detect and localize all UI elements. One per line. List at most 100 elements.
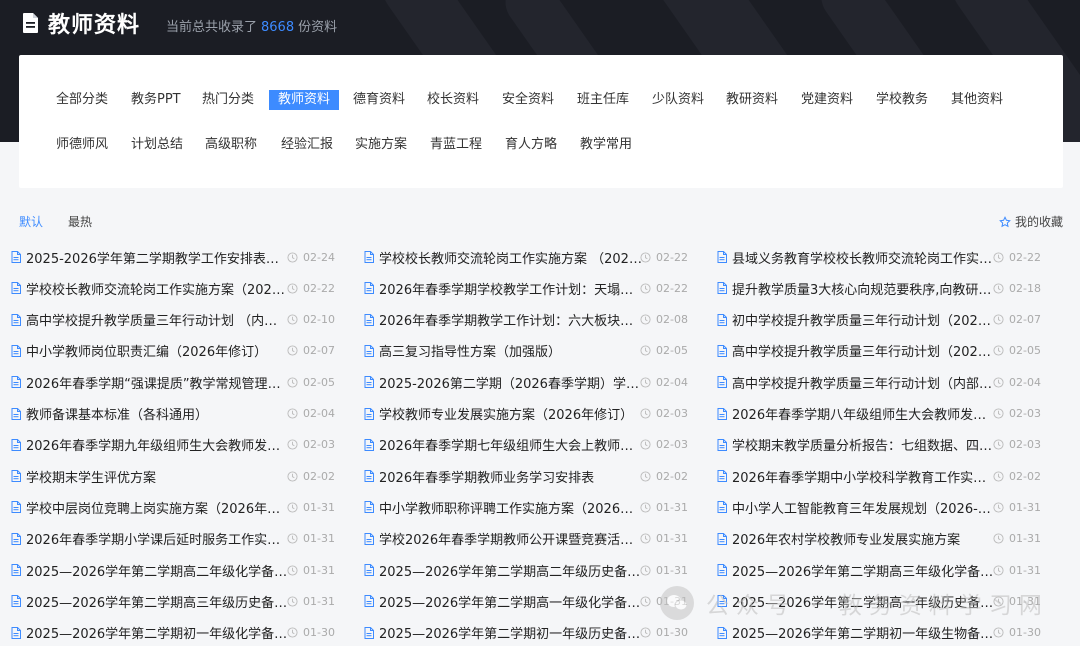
list-item[interactable]: 2025—2026学年第二学期高二年级历史备课… [364,561,643,580]
category-tab[interactable]: 教务PPT [122,90,190,110]
item-title[interactable]: 学校校长教师交流轮岗工作实施方案（2026年… [26,279,290,298]
list-item[interactable]: 高中学校提升教学质量三年行动计划 （内部使… [11,311,290,329]
list-item[interactable]: 2025—2026学年第二学期初一年级历史备课… [364,624,643,642]
category-tab[interactable]: 计划总结 [122,135,192,155]
item-title[interactable]: 2026年春季学期学校教学工作计划：天塌了！5… [379,279,643,298]
item-title[interactable]: 2026年春季学期“强课提质”教学常规管理实… [26,373,290,392]
item-title[interactable]: 学校2026年春季学期教师公开课暨竞赛活动方… [379,529,643,548]
list-item[interactable]: 学校2026年春季学期教师公开课暨竞赛活动方… [364,530,643,548]
list-item[interactable]: 2025—2026学年第二学期高一年级化学备课… [364,592,643,611]
item-title[interactable]: 中小学教师岗位职责汇编（2026年修订） [26,341,267,360]
list-item[interactable]: 2025-2026学年第二学期教学工作安排表：龙… [11,248,290,267]
item-title[interactable]: 2026年春季学期九年级组师生大会教师发言：… [26,435,290,454]
item-title[interactable]: 2026年春季学期教学工作计划：六大板块+落… [379,310,643,329]
item-title[interactable]: 2025—2026学年第二学期高二年级历史备课… [379,561,643,580]
category-tab[interactable]: 教师资料 [269,90,340,110]
list-item[interactable]: 学校期末教学质量分析报告：七组数据、四个… [717,436,996,454]
category-tab[interactable]: 师德师风 [47,135,117,155]
category-tab[interactable]: 教研资料 [717,90,787,110]
item-title[interactable]: 高三复习指导性方案（加强版） [379,341,561,360]
category-tab[interactable]: 班主任库 [568,90,638,110]
list-item[interactable]: 2025—2026学年第二学期初一年级生物备课… [717,624,996,642]
category-tab[interactable]: 校长资料 [418,90,488,110]
category-tab[interactable]: 青蓝工程 [421,135,491,155]
list-item[interactable]: 2026年春季学期教师业务学习安排表 [364,467,594,486]
list-item[interactable]: 教师备课基本标准（各科通用） [11,405,208,423]
item-title[interactable]: 学校中层岗位竞聘上岗实施方案（2026年修订… [26,498,290,517]
item-title[interactable]: 2026年春季学期中小学校科学教育工作实施方… [732,467,996,486]
category-tab[interactable]: 实施方案 [346,135,416,155]
item-title[interactable]: 2025—2026学年第二学期高三年级化学备课… [732,561,996,580]
item-title[interactable]: 2026年春季学期教师业务学习安排表 [379,467,594,486]
category-tab[interactable]: 全部分类 [47,90,117,110]
item-title[interactable]: 2025—2026学年第二学期高一年级化学备课… [379,592,643,611]
item-title[interactable]: 2025—2026学年第二学期高一年级历史备课… [732,592,996,611]
list-item[interactable]: 高中学校提升教学质量三年行动计划（内部使… [717,373,996,392]
item-title[interactable]: 2025-2026第二学期（2026春季学期）学校教… [379,373,643,392]
list-item[interactable]: 学校中层岗位竞聘上岗实施方案（2026年修订… [11,498,290,517]
item-title[interactable]: 2025—2026学年第二学期高二年级化学备课… [26,561,290,580]
item-title[interactable]: 2025-2026学年第二学期教学工作安排表：龙… [26,248,290,267]
list-item[interactable]: 2026年春季学期学校教学工作计划：天塌了！5… [364,279,643,298]
list-item[interactable]: 2026年春季学期中小学校科学教育工作实施方… [717,467,996,486]
category-tab[interactable]: 热门分类 [193,90,263,110]
list-item[interactable]: 学校校长教师交流轮岗工作实施方案（2026年… [11,279,290,298]
list-item[interactable]: 2025—2026学年第二学期高二年级化学备课… [11,561,290,580]
item-title[interactable]: 学校期末学生评优方案 [26,467,156,486]
item-title[interactable]: 学校期末教学质量分析报告：七组数据、四个… [732,435,996,454]
category-tab[interactable]: 学校教务 [867,90,937,110]
list-item[interactable]: 2025-2026第二学期（2026春季学期）学校教… [364,373,643,392]
list-item[interactable]: 2026年春季学期九年级组师生大会教师发言：… [11,436,290,454]
category-tab[interactable]: 育人方略 [496,135,566,155]
item-title[interactable]: 2025—2026学年第二学期高三年级历史备课… [26,592,290,611]
list-item[interactable]: 2026年春季学期“强课提质”教学常规管理实… [11,373,290,392]
item-title[interactable]: 提升教学质量3大核心向规范要秩序,向教研要… [732,279,996,298]
item-title[interactable]: 2026年农村学校教师专业发展实施方案 [732,529,960,548]
list-item[interactable]: 学校教师专业发展实施方案（2026年修订） [364,405,633,423]
category-tab[interactable]: 少队资料 [643,90,713,110]
list-item[interactable]: 高三复习指导性方案（加强版） [364,342,561,360]
item-title[interactable]: 高中学校提升教学质量三年行动计划 （内部使… [26,310,290,329]
category-tab[interactable]: 安全资料 [493,90,563,110]
list-item[interactable]: 中小学教师职称评聘工作实施方案（2026年修… [364,498,643,517]
category-tab[interactable]: 教学常用 [571,135,641,155]
list-item[interactable]: 初中学校提升教学质量三年行动计划（2026-2… [717,311,996,329]
list-item[interactable]: 2025—2026学年第二学期高三年级历史备课… [11,592,290,611]
favorites-link[interactable]: 我的收藏 [999,213,1063,230]
category-tab[interactable]: 高级职称 [196,135,266,155]
item-title[interactable]: 中小学教师职称评聘工作实施方案（2026年修… [379,498,643,517]
item-title[interactable]: 高中学校提升教学质量三年行动计划（2026-2… [732,341,996,360]
list-item[interactable]: 2026年春季学期七年级组师生大会上教师发言… [364,436,643,454]
list-item[interactable]: 2025—2026学年第二学期高三年级化学备课… [717,561,996,580]
category-tab[interactable]: 德育资料 [344,90,414,110]
item-title[interactable]: 2025—2026学年第二学期初一年级化学备课… [26,623,290,642]
list-item[interactable]: 学校期末学生评优方案 [11,467,156,486]
sort-hot-tab[interactable]: 最热 [68,213,92,230]
item-title[interactable]: 2026年春季学期七年级组师生大会上教师发言… [379,435,643,454]
item-title[interactable]: 初中学校提升教学质量三年行动计划（2026-2… [732,310,996,329]
item-title[interactable]: 学校教师专业发展实施方案（2026年修订） [379,404,633,423]
list-item[interactable]: 县域义务教育学校校长教师交流轮岗工作实施… [717,248,996,267]
list-item[interactable]: 中小学教师岗位职责汇编（2026年修订） [11,342,267,360]
item-title[interactable]: 2026年春季学期八年级组师生大会教师发言：… [732,404,996,423]
list-item[interactable]: 高中学校提升教学质量三年行动计划（2026-2… [717,342,996,360]
category-tab[interactable]: 其他资料 [942,90,1012,110]
item-title[interactable]: 2026年春季学期小学课后延时服务工作实施方… [26,529,290,548]
item-title[interactable]: 教师备课基本标准（各科通用） [26,404,208,423]
item-title[interactable]: 学校校长教师交流轮岗工作实施方案 （2026… [379,248,643,267]
list-item[interactable]: 学校校长教师交流轮岗工作实施方案 （2026… [364,248,643,267]
category-tab[interactable]: 党建资料 [792,90,862,110]
list-item[interactable]: 2026年春季学期教学工作计划：六大板块+落… [364,311,643,329]
item-title[interactable]: 2025—2026学年第二学期初一年级历史备课… [379,623,643,642]
list-item[interactable]: 2026年农村学校教师专业发展实施方案 [717,530,960,548]
category-tab[interactable]: 经验汇报 [272,135,342,155]
item-title[interactable]: 中小学人工智能教育三年发展规划（2026-202… [732,498,996,517]
list-item[interactable]: 2026年春季学期小学课后延时服务工作实施方… [11,530,290,548]
item-title[interactable]: 高中学校提升教学质量三年行动计划（内部使… [732,373,996,392]
brand[interactable]: 教师资料 [22,8,140,38]
list-item[interactable]: 2025—2026学年第二学期初一年级化学备课… [11,624,290,642]
list-item[interactable]: 2025—2026学年第二学期高一年级历史备课… [717,592,996,611]
item-title[interactable]: 2025—2026学年第二学期初一年级生物备课… [732,623,996,642]
sort-default-tab[interactable]: 默认 [19,213,43,230]
item-title[interactable]: 县域义务教育学校校长教师交流轮岗工作实施… [732,248,996,267]
